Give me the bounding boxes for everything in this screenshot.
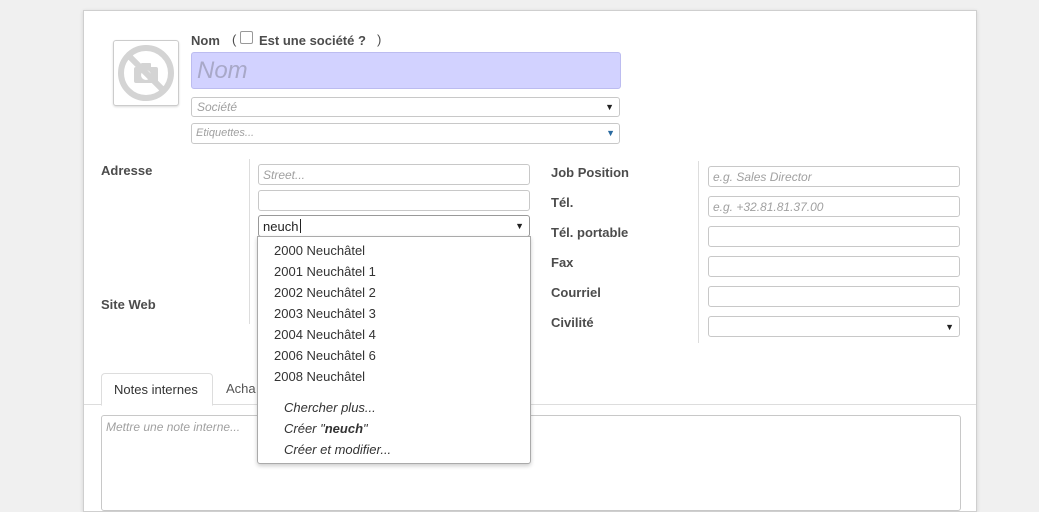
paren-close: ) <box>377 32 382 47</box>
tab-notes[interactable]: Notes internes <box>101 373 213 406</box>
tags-dropdown-icon[interactable]: ▼ <box>606 128 615 138</box>
street2-input[interactable] <box>258 190 530 211</box>
job-position-input[interactable]: e.g. Sales Director <box>708 166 960 187</box>
phone-label: Tél. <box>551 195 574 210</box>
tags-placeholder: Etiquettes... <box>196 127 255 139</box>
company-placeholder: Société <box>197 100 238 114</box>
create-suffix: " <box>363 421 368 436</box>
tab-notes-label: Notes internes <box>114 382 198 397</box>
name-placeholder: Nom <box>197 57 248 84</box>
fax-input[interactable] <box>708 256 960 277</box>
mobile-label: Tél. portable <box>551 225 629 240</box>
is-company-label: Est une société ? <box>259 33 366 48</box>
paren-open: ( <box>232 32 237 47</box>
dropdown-item[interactable]: 2004 Neuchâtel 4 <box>274 325 376 345</box>
phone-input[interactable]: e.g. +32.81.81.37.00 <box>708 196 960 217</box>
divider <box>249 159 250 324</box>
street-placeholder: Street... <box>263 168 306 182</box>
dropdown-item[interactable]: 2003 Neuchâtel 3 <box>274 304 376 324</box>
search-more-link[interactable]: Chercher plus... <box>284 398 376 418</box>
dropdown-item[interactable]: 2006 Neuchâtel 6 <box>274 346 376 366</box>
dropdown-item[interactable]: 2008 Neuchâtel <box>274 367 365 387</box>
create-link[interactable]: Créer "neuch" <box>284 419 368 439</box>
dropdown-item[interactable]: 2000 Neuchâtel <box>274 241 365 261</box>
city-autocomplete-dropdown: 2000 Neuchâtel 2001 Neuchâtel 1 2002 Neu… <box>257 236 531 464</box>
is-company-checkbox[interactable] <box>240 30 253 48</box>
title-label: Civilité <box>551 315 594 330</box>
chevron-down-icon: ▼ <box>945 322 954 332</box>
email-input[interactable] <box>708 286 960 307</box>
dropdown-item[interactable]: 2001 Neuchâtel 1 <box>274 262 376 282</box>
text-cursor <box>300 219 301 233</box>
city-value: neuch <box>263 219 299 234</box>
website-label: Site Web <box>101 297 156 312</box>
fax-label: Fax <box>551 255 574 270</box>
street-input[interactable]: Street... <box>258 164 530 185</box>
notes-textarea[interactable]: Mettre une note interne... <box>101 415 961 511</box>
email-label: Courriel <box>551 285 601 300</box>
tags-input[interactable]: Etiquettes... ▼ <box>191 123 620 144</box>
job-position-label: Job Position <box>551 165 629 180</box>
address-label: Adresse <box>101 163 153 178</box>
job-placeholder: e.g. Sales Director <box>713 170 812 184</box>
tab-purchases[interactable]: Acha <box>226 381 256 396</box>
name-label: Nom <box>191 33 220 48</box>
phone-placeholder: e.g. +32.81.81.37.00 <box>713 200 824 214</box>
no-photo-icon <box>118 45 174 101</box>
create-prefix: Créer " <box>284 421 325 436</box>
create-term: neuch <box>324 421 364 436</box>
company-select[interactable]: Société ▼ <box>191 97 620 117</box>
chevron-down-icon: ▼ <box>515 221 524 231</box>
divider <box>698 161 699 343</box>
mobile-input[interactable] <box>708 226 960 247</box>
chevron-down-icon: ▼ <box>605 102 614 112</box>
dropdown-item[interactable]: 2002 Neuchâtel 2 <box>274 283 376 303</box>
create-and-edit-link[interactable]: Créer et modifier... <box>284 440 391 460</box>
name-input[interactable]: Nom <box>191 52 621 89</box>
partner-image[interactable] <box>113 40 179 106</box>
title-select[interactable]: ▼ <box>708 316 960 337</box>
city-input[interactable]: neuch ▼ <box>258 215 530 237</box>
notes-placeholder: Mettre une note interne... <box>106 420 241 434</box>
